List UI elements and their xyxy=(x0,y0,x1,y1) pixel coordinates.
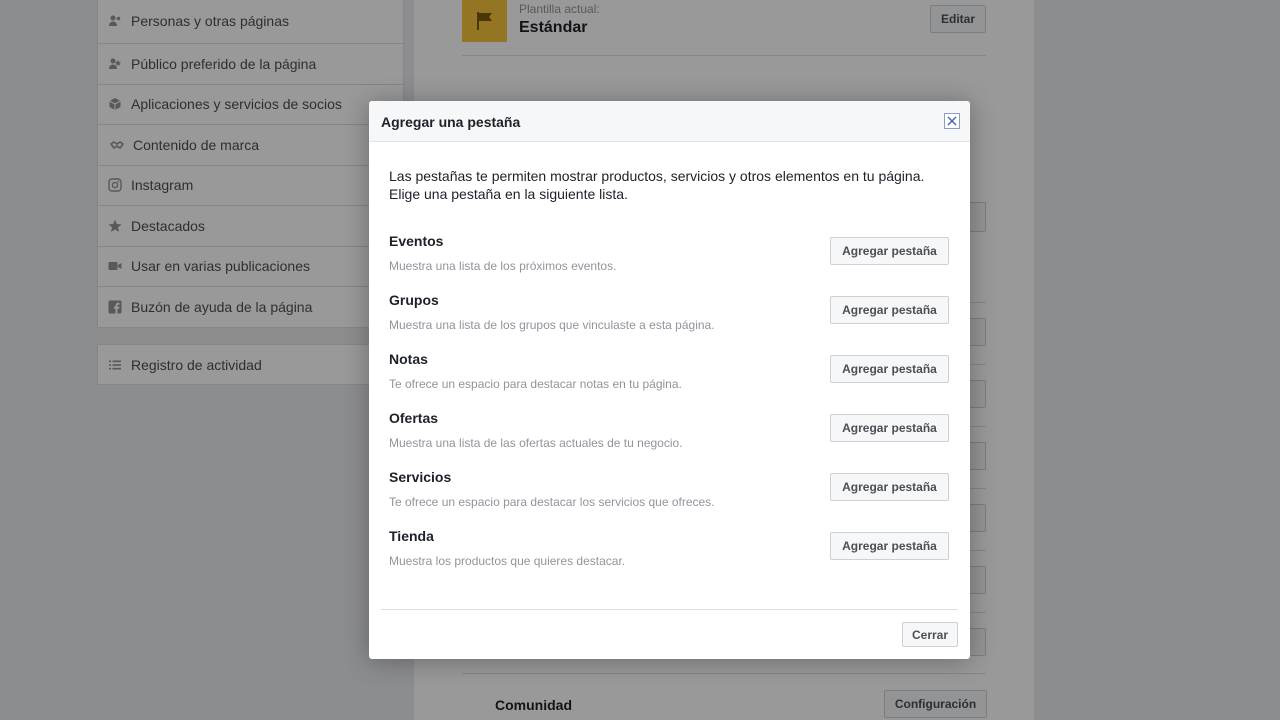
footer-divider xyxy=(381,609,958,610)
tab-option-notes: Notas Te ofrece un espacio para destacar… xyxy=(389,351,949,401)
dialog-title: Agregar una pestaña xyxy=(381,114,521,130)
tab-option-groups: Grupos Muestra una lista de los grupos q… xyxy=(389,292,949,342)
close-icon[interactable] xyxy=(944,113,960,129)
tab-option-events: Eventos Muestra una lista de los próximo… xyxy=(389,233,949,283)
dialog-intro: Las pestañas te permiten mostrar product… xyxy=(389,167,954,203)
tab-option-description: Muestra una lista de los grupos que vinc… xyxy=(389,318,715,332)
tab-option-name: Notas xyxy=(389,351,428,367)
intro-line: Elige una pestaña en la siguiente lista. xyxy=(389,186,628,202)
add-tab-button[interactable]: Agregar pestaña xyxy=(830,355,949,383)
tab-option-name: Grupos xyxy=(389,292,439,308)
tab-option-services: Servicios Te ofrece un espacio para dest… xyxy=(389,469,949,519)
tab-option-description: Muestra una lista de las ofertas actuale… xyxy=(389,436,683,450)
dialog-header: Agregar una pestaña xyxy=(369,101,970,142)
add-tab-dialog: Agregar una pestaña Las pestañas te perm… xyxy=(369,101,970,659)
tab-option-description: Te ofrece un espacio para destacar los s… xyxy=(389,495,715,509)
add-tab-button[interactable]: Agregar pestaña xyxy=(830,473,949,501)
intro-line: Las pestañas te permiten mostrar product… xyxy=(389,168,925,184)
tab-option-name: Servicios xyxy=(389,469,452,485)
add-tab-button[interactable]: Agregar pestaña xyxy=(830,532,949,560)
tab-option-description: Te ofrece un espacio para destacar notas… xyxy=(389,377,682,391)
add-tab-button[interactable]: Agregar pestaña xyxy=(830,237,949,265)
add-tab-button[interactable]: Agregar pestaña xyxy=(830,414,949,442)
add-tab-button[interactable]: Agregar pestaña xyxy=(830,296,949,324)
close-button[interactable]: Cerrar xyxy=(902,622,958,647)
tab-option-shop: Tienda Muestra los productos que quieres… xyxy=(389,528,949,578)
tab-option-name: Ofertas xyxy=(389,410,439,426)
tab-option-name: Eventos xyxy=(389,233,444,249)
tab-option-description: Muestra los productos que quieres destac… xyxy=(389,554,626,568)
tab-option-name: Tienda xyxy=(389,528,434,544)
tab-option-offers: Ofertas Muestra una lista de las ofertas… xyxy=(389,410,949,460)
tab-option-description: Muestra una lista de los próximos evento… xyxy=(389,259,617,273)
